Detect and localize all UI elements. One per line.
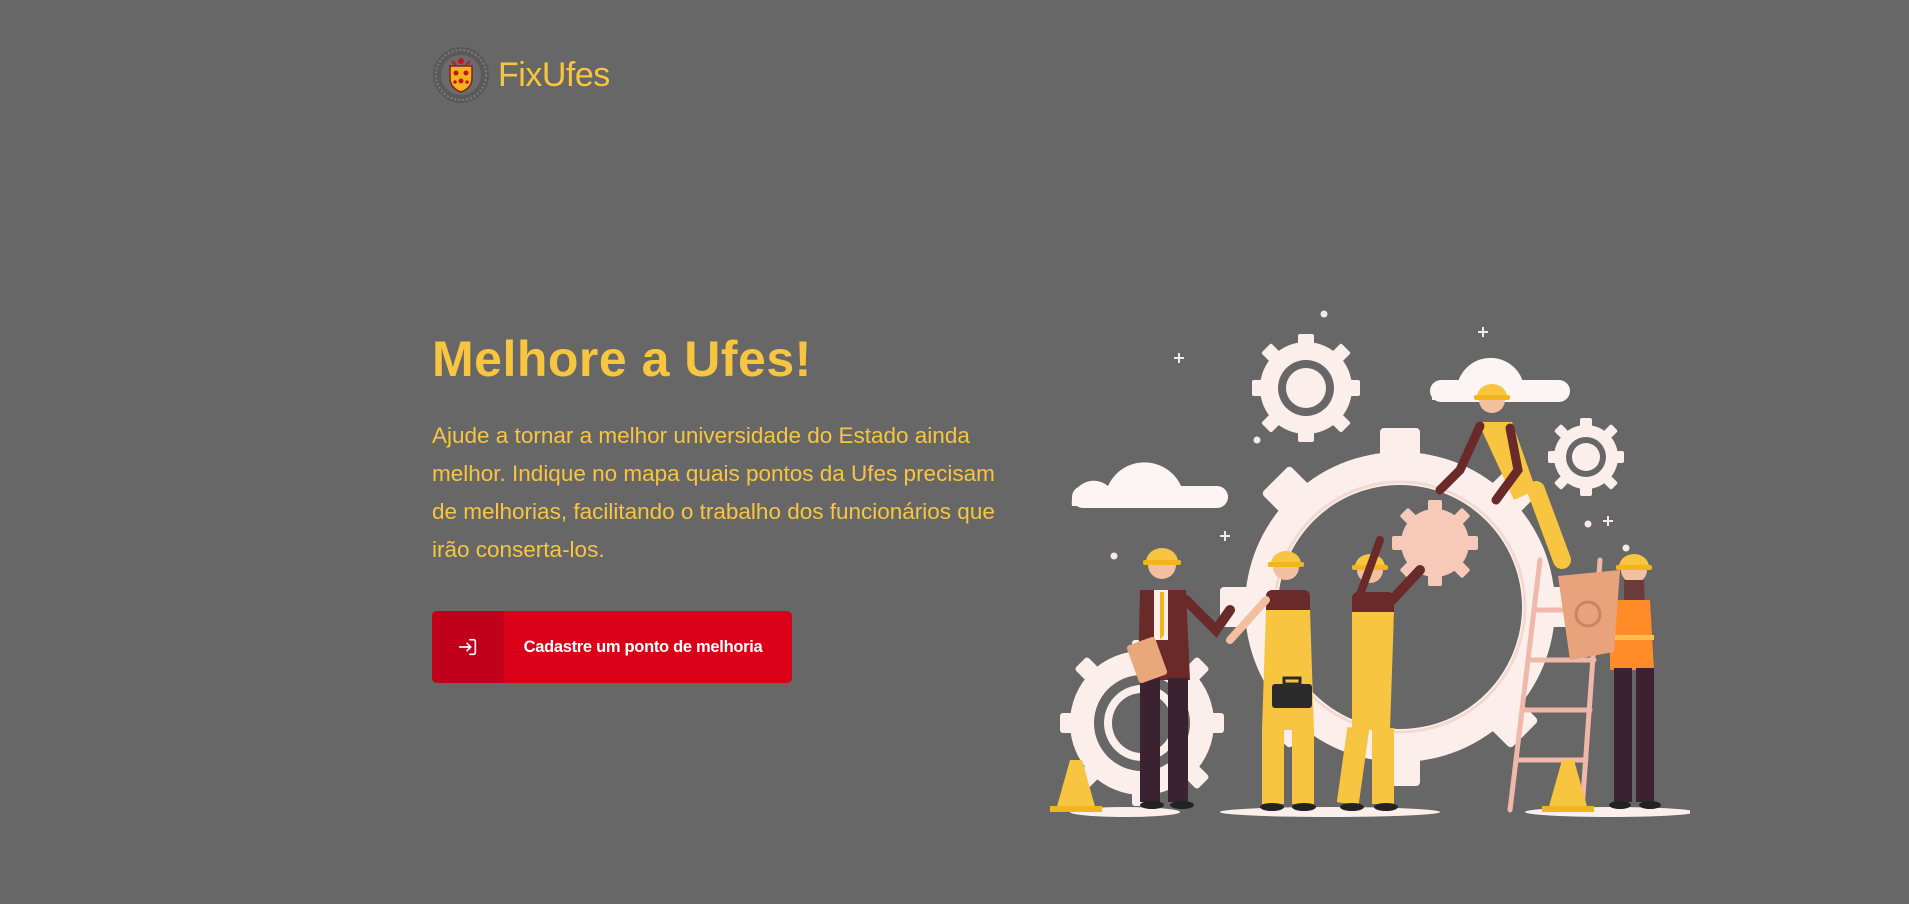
landing-page: FixUfes Melhore a Ufes! Ajude a tornar a… bbox=[0, 0, 1909, 904]
workers-fixing-gears-illustration bbox=[1050, 310, 1690, 817]
header: FixUfes bbox=[432, 46, 610, 104]
hero-title: Melhore a Ufes! bbox=[432, 331, 812, 387]
cta-icon-box bbox=[432, 611, 504, 683]
hero-description: Ajude a tornar a melhor universidade do … bbox=[432, 423, 995, 562]
cta-label: Cadastre um ponto de melhoria bbox=[523, 637, 763, 656]
ufes-crest-icon[interactable] bbox=[432, 46, 490, 104]
sign-in-icon bbox=[458, 638, 477, 656]
register-improvement-button[interactable]: Cadastre um ponto de melhoria bbox=[432, 611, 792, 683]
brand-name[interactable]: FixUfes bbox=[498, 56, 610, 95]
